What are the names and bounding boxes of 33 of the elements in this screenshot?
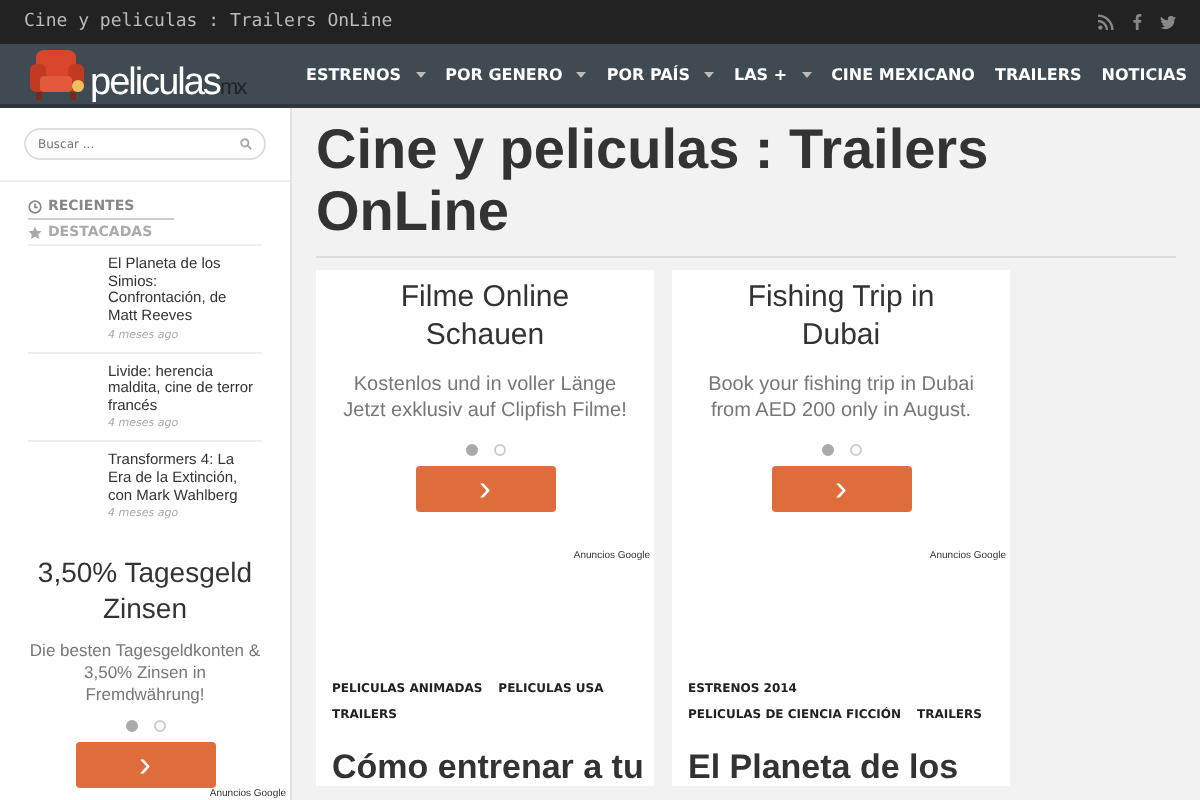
ad-text: Book your fishing trip in Dubai from AED 200 only in August. <box>706 371 976 424</box>
star-icon <box>28 225 42 239</box>
carousel-dot[interactable] <box>125 719 137 732</box>
carousel-dot[interactable] <box>849 443 861 456</box>
nav-menu-item[interactable]: CINE MEXICANO <box>831 65 975 83</box>
caret-icon[interactable] <box>704 71 715 77</box>
facebook-icon[interactable] <box>1132 14 1142 30</box>
caret-icon[interactable] <box>801 71 812 77</box>
site-tagline: Cine y peliculas : Trailers OnLine <box>24 12 393 32</box>
post-title[interactable]: Cómo entrenar a tu <box>316 749 654 787</box>
carousel-dot[interactable] <box>465 443 477 456</box>
ad-text: Die besten Tagesgeldkonten & 3,50% Zinsen in Fremdwährung! <box>27 639 263 706</box>
caret-icon[interactable] <box>415 71 426 77</box>
ad-title[interactable]: Filme Online Schauen <box>316 277 654 356</box>
caret-icon[interactable] <box>576 71 587 77</box>
armchair-icon[interactable] <box>28 46 88 102</box>
ad-text: Kostenlos und in voller Länge Jetzt exklusiv auf Clipfish Filme! <box>341 371 629 424</box>
carousel-dot[interactable] <box>821 443 833 456</box>
nav-menu-item[interactable]: LAS + <box>734 65 788 83</box>
clock-icon <box>28 199 42 213</box>
nav-menu-item[interactable]: TRAILERS <box>994 65 1082 83</box>
nav-menu-item[interactable]: POR GENERO <box>445 65 563 83</box>
post-title[interactable]: El Planeta de los <box>672 749 1010 787</box>
carousel-dot[interactable] <box>153 719 165 732</box>
twitter-icon[interactable] <box>1160 15 1176 29</box>
carousel-dot[interactable] <box>493 443 505 456</box>
rss-icon[interactable] <box>1098 14 1114 30</box>
nav-menu-item[interactable]: ESTRENOS <box>306 65 402 83</box>
ad-title[interactable]: 3,50% Tagesgeld Zinsen <box>0 554 290 628</box>
page-heading: Cine y peliculas : Trailers OnLine <box>316 120 1176 258</box>
ad-title[interactable]: Fishing Trip in Dubai <box>672 277 1010 356</box>
nav-menu-item[interactable]: NOTICIAS <box>1101 65 1187 83</box>
nav-menu-item[interactable]: POR PAÍS <box>606 65 691 83</box>
